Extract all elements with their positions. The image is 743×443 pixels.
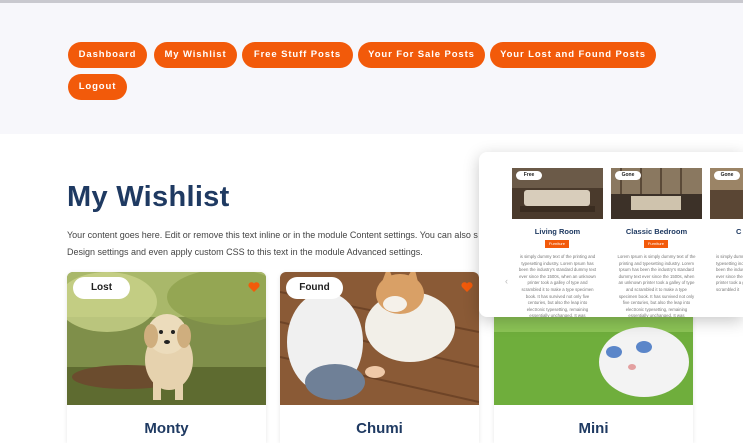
intro-line-2: Design settings and even apply custom CS… bbox=[67, 247, 423, 257]
intro-line-1: Your content goes here. Edit or remove t… bbox=[67, 230, 478, 240]
category-button[interactable]: Furniture bbox=[644, 240, 668, 248]
wishlist-card[interactable]: Found Chumi bbox=[280, 272, 479, 443]
heart-icon[interactable] bbox=[248, 281, 260, 293]
carousel-item-title: Living Room bbox=[534, 227, 581, 236]
for-sale-posts-button[interactable]: Your For Sale Posts bbox=[358, 42, 485, 68]
card-name: Monty bbox=[144, 420, 189, 437]
listing-carousel[interactable]: Free Living Room Furniture is simply dum… bbox=[479, 152, 743, 317]
carousel-prev-arrow-icon[interactable]: ‹ bbox=[505, 276, 508, 286]
carousel-item[interactable]: Gone Classic Bedroom Furniture Lorem Ips… bbox=[611, 168, 702, 317]
status-badge: Found bbox=[286, 277, 343, 299]
carousel-item-description: is simply dummy text of the printing and… bbox=[518, 254, 597, 317]
category-button[interactable]: Furniture bbox=[545, 240, 569, 248]
lost-found-posts-button[interactable]: Your Lost and Found Posts bbox=[490, 42, 656, 68]
intro-text: Your content goes here. Edit or remove t… bbox=[67, 227, 507, 261]
carousel-badge: Free bbox=[516, 171, 542, 180]
carousel-item[interactable]: Gone C is simply dummy text of the print… bbox=[710, 168, 743, 317]
carousel-badge: Gone bbox=[615, 171, 641, 180]
carousel-item-description: is simply dummy text of the printing and… bbox=[716, 254, 743, 292]
card-name: Chumi bbox=[356, 420, 403, 437]
carousel-item-title: C bbox=[736, 227, 742, 236]
navigation-section: Dashboard My Wishlist Free Stuff Posts Y… bbox=[0, 3, 743, 134]
card-name: Mini bbox=[578, 420, 609, 437]
logout-button[interactable]: Logout bbox=[68, 74, 127, 100]
carousel-badge: Gone bbox=[714, 171, 740, 180]
page-title: My Wishlist bbox=[67, 181, 230, 213]
wishlist-card[interactable]: Lost Monty bbox=[67, 272, 266, 443]
carousel-item-title: Classic Bedroom bbox=[625, 227, 688, 236]
carousel-item-description: Lorem Ipsum is simply dummy text of the … bbox=[617, 254, 696, 317]
dashboard-button[interactable]: Dashboard bbox=[68, 42, 147, 68]
carousel-item[interactable]: Free Living Room Furniture is simply dum… bbox=[512, 168, 603, 317]
heart-icon[interactable] bbox=[461, 281, 473, 293]
status-badge: Lost bbox=[73, 277, 130, 299]
my-wishlist-button[interactable]: My Wishlist bbox=[154, 42, 237, 68]
free-stuff-posts-button[interactable]: Free Stuff Posts bbox=[242, 42, 353, 68]
